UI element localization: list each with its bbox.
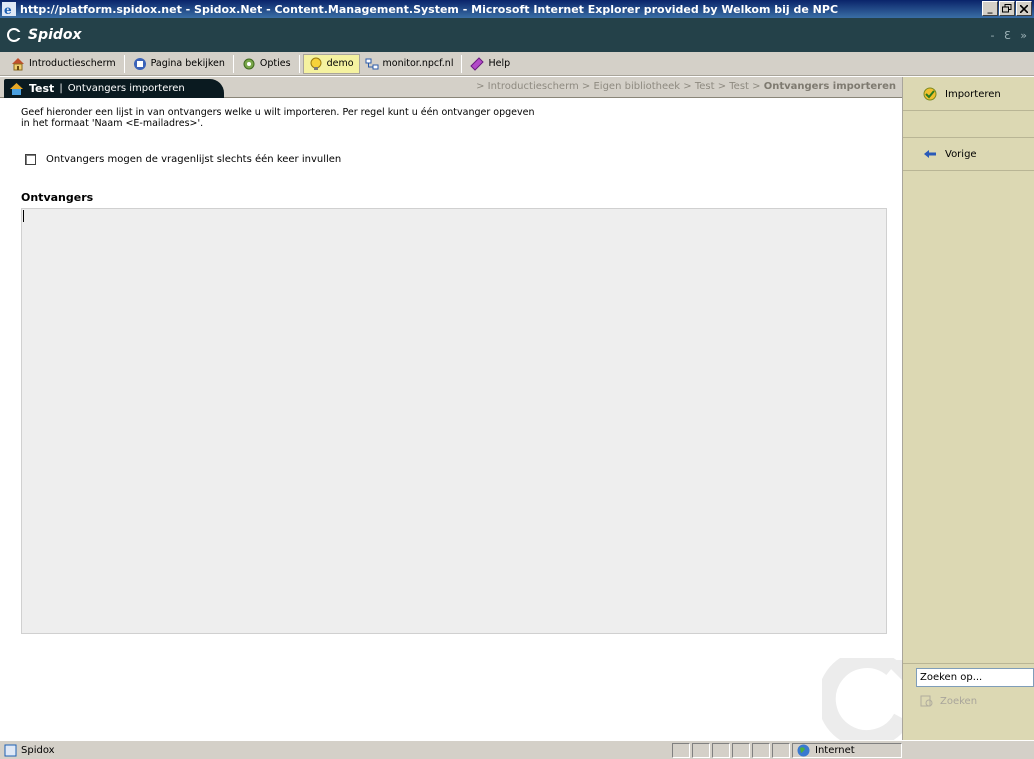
svg-text:e: e bbox=[4, 3, 12, 16]
text-caret bbox=[23, 210, 24, 222]
once-only-option[interactable]: Ontvangers mogen de vragenlijst slechts … bbox=[25, 154, 341, 165]
restore-button[interactable] bbox=[999, 1, 1015, 16]
main-content: Geef hieronder een lijst in van ontvange… bbox=[0, 98, 908, 744]
search-input[interactable] bbox=[916, 668, 1034, 687]
toolbar-help[interactable]: Help bbox=[465, 54, 515, 74]
window-controls: _ bbox=[982, 1, 1032, 16]
recipients-textarea[interactable] bbox=[21, 208, 887, 634]
panel-divider bbox=[903, 137, 1034, 138]
browser-title: http://platform.spidox.net - Spidox.Net … bbox=[20, 2, 839, 16]
toolbar-item-label: Introductiescherm bbox=[29, 58, 116, 69]
search-icon bbox=[920, 695, 933, 707]
status-pane bbox=[692, 743, 710, 758]
status-pane bbox=[712, 743, 730, 758]
back-label: Vorige bbox=[945, 148, 977, 160]
breadcrumb-tab: Test | Ontvangers importeren bbox=[4, 79, 224, 98]
page-title: Test bbox=[29, 82, 55, 95]
page-subtitle: Ontvangers importeren bbox=[67, 83, 185, 94]
home-icon bbox=[10, 82, 23, 95]
home-icon bbox=[12, 57, 24, 70]
status-text: Spidox bbox=[4, 744, 55, 757]
toolbar-opties[interactable]: Opties bbox=[237, 54, 296, 74]
app-header-controls[interactable]: - Ɛ » bbox=[991, 29, 1030, 42]
status-bar: Spidox Internet bbox=[0, 740, 1034, 759]
breadcrumb-path[interactable]: > Introductiescherm > Eigen bibliotheek … bbox=[476, 81, 764, 92]
title-separator: | bbox=[59, 83, 63, 94]
help-icon bbox=[470, 56, 485, 71]
spidox-watermark-icon bbox=[822, 658, 908, 744]
ie-logo-icon: e bbox=[2, 2, 16, 16]
browser-title-bar: e http://platform.spidox.net - Spidox.Ne… bbox=[0, 0, 1034, 18]
toolbar-monitor[interactable]: monitor.npcf.nl bbox=[360, 54, 459, 74]
breadcrumb-bar: Test | Ontvangers importeren > Introduct… bbox=[0, 77, 902, 98]
toolbar-separator bbox=[461, 54, 463, 73]
toolbar-item-label: Opties bbox=[259, 58, 291, 69]
intro-text: Geef hieronder een lijst in van ontvange… bbox=[21, 107, 621, 129]
intro-line: in het formaat 'Naam <E-mailadres>'. bbox=[21, 118, 204, 129]
toolbar-item-label: demo bbox=[326, 58, 354, 69]
toolbar-separator bbox=[123, 54, 125, 73]
main-toolbar: Introductiescherm Pagina bekijken Opties… bbox=[0, 52, 1034, 76]
once-only-checkbox[interactable] bbox=[25, 154, 36, 165]
toolbar-separator bbox=[298, 54, 300, 73]
intro-line: Geef hieronder een lijst in van ontvange… bbox=[21, 107, 535, 118]
panel-divider bbox=[903, 663, 1034, 664]
toolbar-item-label: Help bbox=[488, 58, 511, 69]
page-icon bbox=[4, 744, 17, 757]
toolbar-separator bbox=[232, 54, 234, 73]
view-page-icon bbox=[133, 57, 146, 70]
status-label: Spidox bbox=[21, 745, 55, 756]
breadcrumb-current: Ontvangers importeren bbox=[763, 81, 896, 92]
zone-label: Internet bbox=[815, 745, 855, 756]
network-icon bbox=[365, 58, 379, 69]
close-icon bbox=[1020, 4, 1028, 13]
status-pane bbox=[772, 743, 790, 758]
back-arrow-icon bbox=[924, 150, 936, 158]
spidox-logo-icon bbox=[7, 28, 22, 42]
restore-icon bbox=[1002, 4, 1012, 13]
app-header: Spidox - Ɛ » bbox=[0, 18, 1034, 52]
minimize-button[interactable]: _ bbox=[982, 1, 998, 16]
globe-icon bbox=[797, 744, 810, 757]
toolbar-item-label: Pagina bekijken bbox=[150, 58, 225, 69]
panel-divider bbox=[903, 170, 1034, 171]
toolbar-item-label: monitor.npcf.nl bbox=[382, 58, 454, 69]
breadcrumb[interactable]: > Introductiescherm > Eigen bibliotheek … bbox=[476, 81, 896, 92]
search-button[interactable]: Zoeken bbox=[920, 694, 977, 708]
back-button[interactable]: Vorige bbox=[903, 139, 1034, 169]
app-name: Spidox bbox=[28, 27, 82, 43]
import-button[interactable]: Importeren bbox=[903, 79, 1034, 109]
import-label: Importeren bbox=[945, 88, 1001, 100]
status-pane bbox=[752, 743, 770, 758]
panel-divider bbox=[903, 110, 1034, 111]
action-panel: Importeren Vorige bbox=[902, 77, 1034, 740]
import-icon bbox=[923, 87, 937, 101]
toolbar-introductiescherm[interactable]: Introductiescherm bbox=[6, 54, 121, 74]
security-zone: Internet bbox=[797, 744, 855, 757]
search-button-label: Zoeken bbox=[940, 695, 978, 707]
recipients-heading: Ontvangers bbox=[21, 191, 94, 204]
toolbar-demo[interactable]: demo bbox=[302, 53, 360, 74]
bulb-icon bbox=[310, 57, 322, 70]
toolbar-pagina-bekijken[interactable]: Pagina bekijken bbox=[128, 54, 230, 74]
options-icon bbox=[243, 58, 255, 69]
status-pane bbox=[732, 743, 750, 758]
close-button[interactable] bbox=[1016, 1, 1032, 16]
once-only-label[interactable]: Ontvangers mogen de vragenlijst slechts … bbox=[46, 154, 341, 165]
status-pane bbox=[672, 743, 690, 758]
